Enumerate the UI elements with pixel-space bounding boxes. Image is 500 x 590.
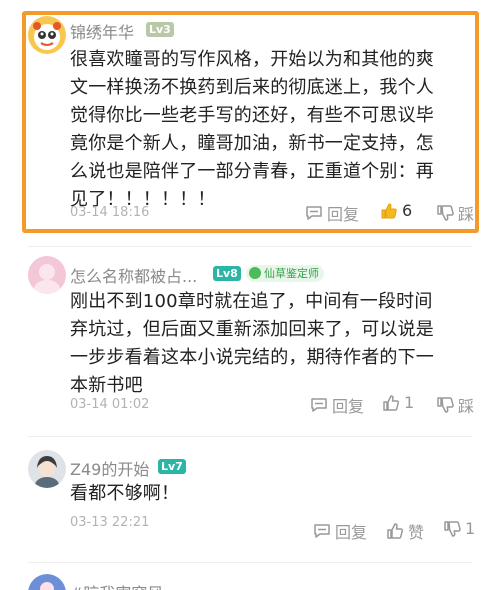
comment-text: 刚出不到100章时就在追了，中间有一段时间 弃坑过，但后面又重新添加回来了，可以… — [70, 291, 434, 396]
level-badge: Lv8 — [213, 266, 241, 281]
divider — [28, 562, 472, 563]
reply-button[interactable]: 回复 — [313, 519, 367, 543]
avatar[interactable] — [28, 16, 66, 54]
leaf-icon — [249, 267, 261, 279]
dislike-button[interactable]: 1 — [443, 519, 475, 538]
reply-icon — [306, 206, 322, 220]
like-button[interactable]: 6 — [380, 201, 412, 220]
thumbs-down-icon — [437, 205, 454, 221]
dislike-button[interactable]: 踩 — [436, 393, 474, 417]
thumbs-down-icon — [437, 397, 454, 413]
like-button[interactable]: 赞 — [386, 519, 424, 543]
thumbs-down-icon — [444, 520, 461, 537]
comment-text: 看都不够啊！ — [70, 483, 180, 504]
comment-username[interactable]: 怎么名称都被占... — [70, 263, 197, 287]
comment-timestamp: 03-14 01:02 — [70, 397, 150, 412]
comment-timestamp: 03-13 22:21 — [70, 515, 150, 530]
thumbs-up-icon — [387, 523, 404, 539]
thumbs-up-icon — [383, 394, 400, 411]
comment-username[interactable]: Z49的开始 — [70, 456, 149, 480]
comment-timestamp: 03-14 18:16 — [70, 205, 150, 220]
avatar[interactable] — [28, 450, 66, 488]
comment-username[interactable]: #晾我害窗风 — [70, 580, 163, 590]
divider — [28, 246, 472, 247]
like-button[interactable]: 1 — [382, 393, 414, 412]
reply-icon — [311, 398, 327, 412]
thumbs-up-icon — [381, 202, 397, 218]
level-badge: Lv3 — [146, 22, 174, 37]
comment-username[interactable]: 锦绣年华 — [70, 19, 134, 43]
avatar[interactable] — [28, 256, 66, 294]
comment-text: 很喜欢瞳哥的写作风格，开始以为和其他的爽 文一样换汤不换药到后来的彻底迷上，我个… — [70, 49, 434, 210]
avatar[interactable] — [28, 574, 66, 590]
level-badge: Lv7 — [158, 459, 186, 474]
reply-icon — [314, 524, 330, 538]
title-badge: 仙草鉴定师 — [246, 265, 324, 282]
reply-button[interactable]: 回复 — [310, 393, 364, 417]
divider — [28, 436, 472, 437]
dislike-button[interactable]: 踩 — [436, 201, 474, 225]
reply-button[interactable]: 回复 — [305, 201, 359, 225]
